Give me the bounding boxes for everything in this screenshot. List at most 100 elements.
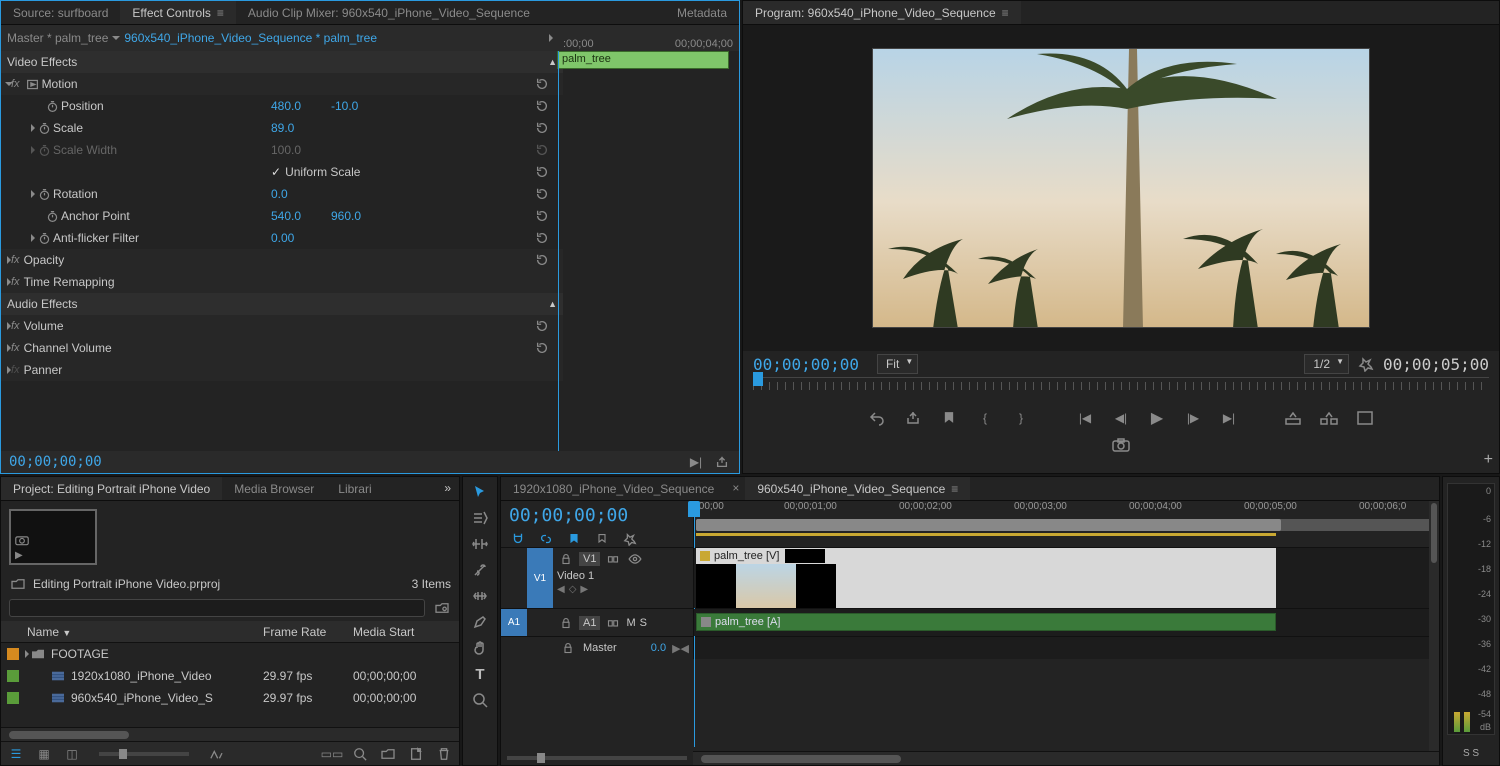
go-to-out-icon[interactable]: ▶| <box>1220 409 1238 427</box>
effect-motion[interactable]: Motion <box>42 77 78 91</box>
trash-icon[interactable] <box>435 745 453 763</box>
tab-effect-controls[interactable]: Effect Controls≡ <box>120 1 236 24</box>
type-tool-icon[interactable]: T <box>471 665 489 683</box>
fx-icon[interactable]: fx <box>11 364 20 376</box>
reset-icon[interactable] <box>533 119 551 137</box>
reset-icon[interactable] <box>533 207 551 225</box>
program-ruler[interactable] <box>753 382 1489 390</box>
step-back-icon[interactable]: ◀| <box>1112 409 1130 427</box>
tab-source[interactable]: Source: surfboard <box>1 1 120 24</box>
list-item[interactable]: 1920x1080_iPhone_Video 29.97 fps 00;00;0… <box>1 665 459 687</box>
tab-close-icon[interactable]: × <box>726 477 745 500</box>
v1-source-patch[interactable]: V1 <box>527 548 553 608</box>
export-frame-icon[interactable] <box>904 409 922 427</box>
timeline-tab-2[interactable]: 960x540_iPhone_Video_Sequence≡ <box>745 477 970 500</box>
a1-source-patch[interactable]: A1 <box>501 609 527 636</box>
timeline-tab-1[interactable]: 1920x1080_iPhone_Video_Sequence <box>501 477 726 500</box>
ec-master-path[interactable]: Master * palm_tree <box>7 31 108 45</box>
track-name[interactable]: Video 1 <box>557 570 689 582</box>
label-color[interactable] <box>7 670 19 682</box>
program-fit-dropdown[interactable]: Fit▼ <box>877 354 918 374</box>
add-marker-icon[interactable] <box>940 409 958 427</box>
safe-margins-icon[interactable] <box>1356 409 1374 427</box>
settings-icon[interactable] <box>1357 355 1375 373</box>
video-clip[interactable]: palm_tree [V] <box>696 548 1276 564</box>
reset-icon[interactable] <box>533 163 551 181</box>
automate-icon[interactable]: ▭▭ <box>323 745 341 763</box>
program-zoom-dropdown[interactable]: 1/2▼ <box>1304 354 1349 374</box>
solo-buttons[interactable]: S S <box>1443 748 1499 759</box>
video-clip-thumb[interactable] <box>696 564 836 608</box>
step-forward-icon[interactable]: |▶ <box>1184 409 1202 427</box>
work-area-bar[interactable] <box>696 533 1276 536</box>
program-playhead[interactable] <box>753 372 763 386</box>
anchor-y[interactable]: 960.0 <box>331 209 361 223</box>
fx-icon[interactable]: fx <box>11 276 20 288</box>
razor-tool-icon[interactable] <box>471 561 489 579</box>
panel-menu-icon[interactable]: ≡ <box>217 6 224 20</box>
collapse-up-icon[interactable]: ▲ <box>548 299 557 309</box>
linked-selection-icon[interactable] <box>537 530 555 548</box>
effect-channel-volume[interactable]: Channel Volume <box>24 341 112 355</box>
ec-sequence-path[interactable]: 960x540_iPhone_Video_Sequence * palm_tre… <box>124 31 377 45</box>
freeform-view-icon[interactable]: ◫ <box>63 745 81 763</box>
stopwatch-icon[interactable] <box>35 119 53 137</box>
tab-media-browser[interactable]: Media Browser <box>222 477 326 500</box>
reset-icon[interactable] <box>533 317 551 335</box>
uniform-scale-checkbox[interactable]: ✓Uniform Scale <box>271 165 360 179</box>
label-color[interactable] <box>7 648 19 660</box>
tab-libraries[interactable]: Librari <box>326 477 383 500</box>
snap-icon[interactable] <box>509 530 527 548</box>
timeline-timecode[interactable]: 00;00;00;00 <box>509 505 685 526</box>
sync-lock-icon[interactable] <box>604 614 622 632</box>
export-icon[interactable] <box>713 453 731 471</box>
audio-clip[interactable]: palm_tree [A] <box>696 613 1276 631</box>
pen-tool-icon[interactable] <box>471 613 489 631</box>
icon-view-icon[interactable]: ▦ <box>35 745 53 763</box>
toggle-timeline-icon[interactable] <box>549 34 553 42</box>
effect-opacity[interactable]: Opacity <box>24 253 65 267</box>
lock-icon[interactable] <box>557 550 575 568</box>
collapse-up-icon[interactable]: ▲ <box>548 57 557 67</box>
mark-out-icon[interactable]: } <box>1012 409 1030 427</box>
new-bin-icon[interactable] <box>379 745 397 763</box>
add-marker-icon[interactable] <box>565 530 583 548</box>
extract-icon[interactable] <box>1320 409 1338 427</box>
marker-icon[interactable] <box>593 530 611 548</box>
mute-button[interactable]: M <box>626 617 635 629</box>
timeline-zoom-slider[interactable] <box>501 751 693 765</box>
position-x[interactable]: 480.0 <box>271 99 301 113</box>
effect-panner[interactable]: Panner <box>24 363 63 377</box>
zoom-tool-icon[interactable] <box>471 691 489 709</box>
timeline-vscroll[interactable] <box>1429 501 1439 751</box>
stopwatch-icon[interactable] <box>35 229 53 247</box>
undo-icon[interactable] <box>868 409 886 427</box>
track-v1-label[interactable]: V1 <box>579 552 600 566</box>
ec-timecode[interactable]: 00;00;00;00 <box>9 454 102 470</box>
program-tc-left[interactable]: 00;00;00;00 <box>753 355 859 374</box>
effect-volume[interactable]: Volume <box>24 319 64 333</box>
col-name[interactable]: Name ▼ <box>27 625 263 639</box>
stopwatch-icon[interactable] <box>43 97 61 115</box>
go-to-in-icon[interactable]: |◀ <box>1076 409 1094 427</box>
reset-icon[interactable] <box>533 339 551 357</box>
sync-lock-icon[interactable] <box>604 550 622 568</box>
scale-value[interactable]: 89.0 <box>271 121 294 135</box>
reset-icon[interactable] <box>533 229 551 247</box>
effect-time-remapping[interactable]: Time Remapping <box>24 275 115 289</box>
anchor-x[interactable]: 540.0 <box>271 209 301 223</box>
list-view-icon[interactable]: ☰ <box>7 745 25 763</box>
lock-icon[interactable] <box>557 614 575 632</box>
timeline-settings-icon[interactable] <box>621 530 639 548</box>
mark-in-icon[interactable]: { <box>976 409 994 427</box>
tab-program[interactable]: Program: 960x540_iPhone_Video_Sequence≡ <box>743 1 1021 24</box>
play-icon[interactable]: ▶ <box>1148 409 1166 427</box>
lock-icon[interactable] <box>559 639 577 657</box>
list-item[interactable]: 960x540_iPhone_Video_S 29.97 fps 00;00;0… <box>1 687 459 709</box>
reset-icon[interactable] <box>533 75 551 93</box>
slip-tool-icon[interactable] <box>471 587 489 605</box>
project-search-input[interactable] <box>9 599 425 617</box>
loop-icon[interactable]: ▶| <box>687 453 705 471</box>
col-frame-rate[interactable]: Frame Rate <box>263 625 353 639</box>
search-bin-icon[interactable] <box>433 599 451 617</box>
